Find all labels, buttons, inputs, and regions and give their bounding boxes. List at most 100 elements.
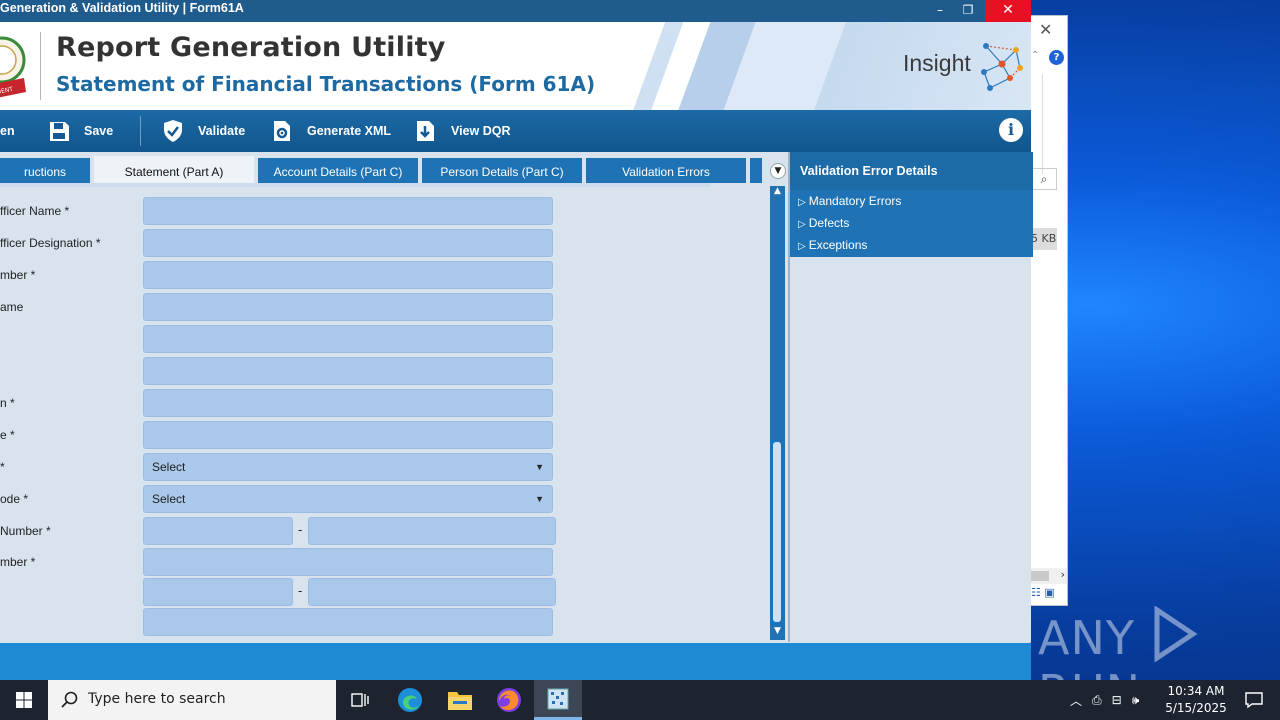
separator: -	[298, 523, 303, 537]
expand-arrow-icon[interactable]: ▷	[798, 219, 806, 230]
restore-button[interactable]: ❐	[954, 0, 982, 22]
horizontal-scrollbar[interactable]: ›	[1031, 568, 1067, 584]
app-title: Report Generation Utility	[56, 32, 446, 63]
close-button[interactable]: ✕	[985, 0, 1031, 22]
network-icon[interactable]: ⊟	[1112, 693, 1122, 707]
error-tree: ▷ Mandatory Errors ▷ Defects ▷ Exceptions	[790, 190, 1033, 257]
app-window: Generation & Validation Utility | Form61…	[0, 0, 1033, 680]
form-row: -	[0, 578, 770, 606]
expand-arrow-icon[interactable]: ▷	[798, 197, 806, 208]
officer-designation-input[interactable]	[143, 229, 553, 257]
windows-logo-icon	[16, 692, 32, 708]
chevron-right-icon[interactable]: ›	[1061, 568, 1065, 581]
tab-account-details[interactable]: Account Details (Part C)	[258, 158, 418, 183]
expand-arrow-icon[interactable]: ▷	[798, 241, 806, 252]
form-row	[0, 357, 770, 385]
notification-center-button[interactable]	[1230, 680, 1278, 720]
dropdown-caret-icon: ▼	[535, 494, 544, 504]
alt-telephone-input[interactable]	[308, 578, 556, 606]
telephone-input[interactable]	[308, 517, 556, 545]
network-device-icon[interactable]: ⎙	[1092, 693, 1102, 708]
app-subtitle: Statement of Financial Transactions (For…	[56, 72, 596, 96]
utility-app-icon	[547, 688, 569, 709]
scroll-up-icon[interactable]: ▲	[773, 186, 782, 196]
tree-item-label: Defects	[808, 216, 850, 230]
tree-item-defects[interactable]: ▷ Defects	[798, 216, 849, 236]
tab-person-details[interactable]: Person Details (Part C)	[422, 158, 582, 183]
search-icon	[61, 691, 78, 708]
tree-item-mandatory-errors[interactable]: ▷ Mandatory Errors	[798, 194, 901, 214]
close-icon[interactable]: ✕	[1039, 20, 1052, 39]
search-icon[interactable]: ⌕	[1031, 168, 1057, 190]
clock[interactable]: 10:34 AM 5/15/2025	[1160, 683, 1232, 717]
form61a-utility-taskbar-button[interactable]	[534, 680, 582, 720]
scrollbar-thumb[interactable]	[1031, 571, 1049, 581]
alt-std-code-input[interactable]	[143, 578, 293, 606]
select-value: Select	[152, 460, 186, 474]
task-view-button[interactable]	[336, 680, 384, 720]
state-select[interactable]: Select ▼	[143, 453, 553, 481]
tab-validation-errors[interactable]: Validation Errors	[586, 158, 746, 183]
field-label: ode *	[0, 492, 29, 506]
taskbar-search[interactable]: Type here to search	[48, 680, 336, 720]
banner-divider	[40, 32, 41, 100]
tab-bar: ructions Statement (Part A) Account Deta…	[0, 152, 788, 186]
address-line-input[interactable]	[143, 357, 553, 385]
title-bar[interactable]: Generation & Validation Utility | Form61…	[0, 0, 1031, 22]
background-explorer-window[interactable]: ✕ ⌃ ? ⌕ 5 KB › ☷ ▣	[1030, 15, 1068, 606]
form-row: ode * Select ▼	[0, 485, 770, 513]
file-explorer-taskbar-button[interactable]	[436, 680, 484, 720]
tree-item-exceptions[interactable]: ▷ Exceptions	[798, 238, 867, 258]
chevron-up-icon[interactable]: ⌃	[1031, 50, 1039, 61]
download-doc-icon	[417, 121, 434, 141]
main-toolbar: en Save Validate Generate XML View DQR i	[0, 110, 1031, 152]
header-banner: TMENT Report Generation Utility Statemen…	[0, 22, 1031, 110]
minimize-button[interactable]: –	[926, 0, 954, 22]
officer-name-input[interactable]	[143, 197, 553, 225]
scroll-down-icon[interactable]: ▼	[773, 626, 782, 636]
department-seal-logo: TMENT	[0, 36, 26, 98]
address-line-input[interactable]	[143, 325, 553, 353]
statement-form: fficer Name * fficer Designation * mber …	[0, 190, 770, 642]
country-code-select[interactable]: Select ▼	[143, 485, 553, 513]
toolbar-divider	[140, 116, 141, 146]
open-label: en	[0, 124, 15, 138]
tab-statement-part-a[interactable]: Statement (Part A)	[94, 156, 254, 185]
field-label: ame	[0, 300, 24, 314]
name-input[interactable]	[143, 293, 553, 321]
help-icon[interactable]: ?	[1049, 50, 1064, 65]
view-dqr-button[interactable]: View DQR	[415, 118, 511, 144]
scrollbar-thumb[interactable]	[773, 442, 781, 622]
email-input[interactable]	[143, 608, 553, 636]
mobile-number-input[interactable]	[143, 548, 553, 576]
info-icon[interactable]: i	[999, 118, 1023, 142]
clock-date: 5/15/2025	[1165, 701, 1227, 715]
volume-icon[interactable]: 🕪	[1132, 693, 1140, 708]
state-input[interactable]	[143, 421, 553, 449]
std-code-input[interactable]	[143, 517, 293, 545]
firefox-icon	[497, 688, 521, 712]
open-button[interactable]: en	[0, 118, 15, 144]
validate-button[interactable]: Validate	[162, 118, 245, 144]
search-placeholder: Type here to search	[88, 691, 226, 707]
tab-list-dropdown-icon[interactable]: ▼	[770, 163, 786, 179]
panel-title: Validation Error Details	[790, 152, 1033, 190]
validate-label: Validate	[198, 124, 246, 138]
save-button[interactable]: Save	[48, 118, 113, 144]
town-input[interactable]	[143, 389, 553, 417]
firefox-taskbar-button[interactable]	[485, 680, 533, 720]
tab-overflow[interactable]	[750, 158, 762, 183]
number-input[interactable]	[143, 261, 553, 289]
play-logo-icon	[1154, 606, 1198, 662]
chevron-up-icon[interactable]: ︿	[1070, 692, 1082, 709]
edge-taskbar-button[interactable]	[386, 680, 434, 720]
vertical-scrollbar[interactable]: ▲ ▼	[770, 186, 785, 640]
form-row: fficer Designation *	[0, 229, 770, 257]
start-button[interactable]	[0, 680, 48, 720]
view-toggle-icons[interactable]: ☷ ▣	[1031, 586, 1067, 604]
field-label: mber *	[0, 555, 36, 569]
form-row	[0, 608, 770, 636]
tab-instructions[interactable]: ructions	[0, 158, 90, 183]
brand-name: Insight	[903, 50, 971, 76]
generate-xml-button[interactable]: Generate XML	[271, 118, 391, 144]
